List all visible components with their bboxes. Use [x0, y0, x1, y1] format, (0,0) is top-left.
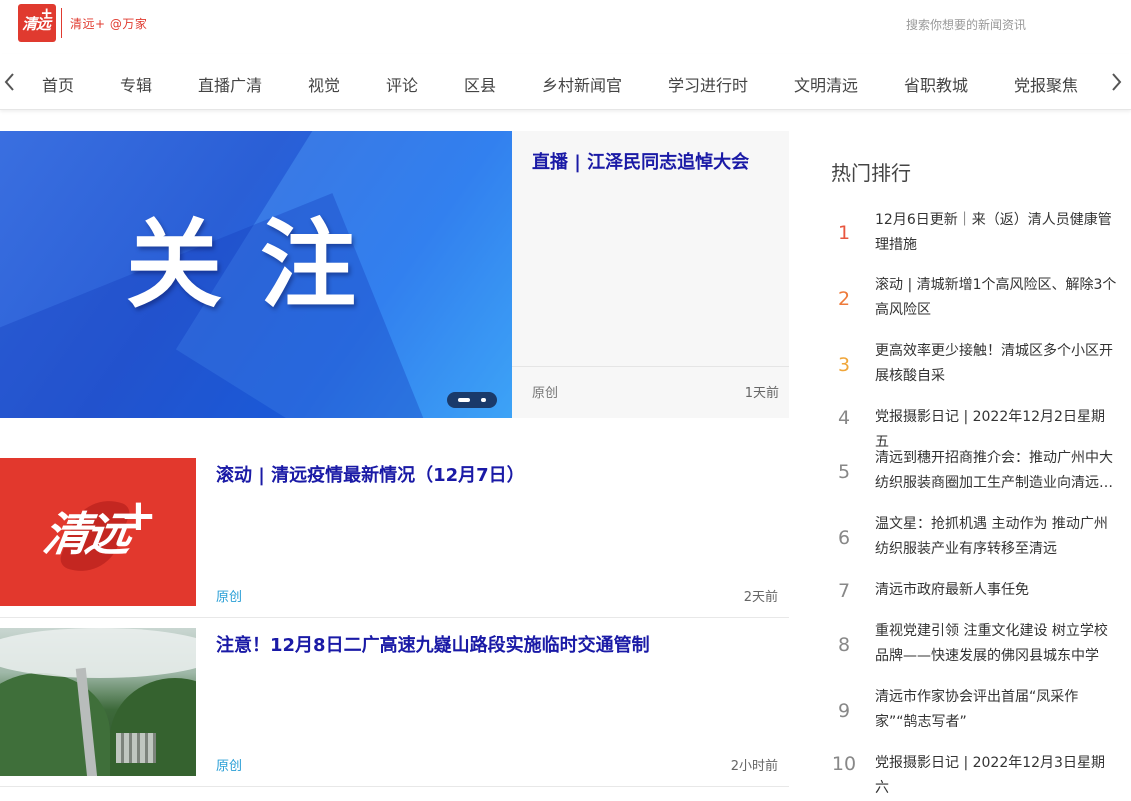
rank-number: 5: [837, 461, 851, 483]
rank-number: 7: [837, 580, 851, 602]
carousel-indicator[interactable]: [447, 392, 497, 408]
top-header: 清远 + 清远+ @万家 搜索你想要的新闻资讯: [0, 0, 1131, 52]
rank-number: 6: [837, 527, 851, 549]
nav-item-study[interactable]: 学习进行时: [668, 72, 748, 96]
rank-number: 10: [831, 753, 857, 775]
list-divider: [0, 617, 789, 618]
article-time: 2天前: [743, 590, 778, 605]
article-tag: 原创: [216, 759, 243, 774]
search-input[interactable]: 搜索你想要的新闻资讯: [906, 16, 1026, 33]
rank-number: 8: [837, 634, 851, 656]
nav-item-districts[interactable]: 区县: [464, 72, 496, 96]
thumb-mist: [0, 628, 196, 678]
nav-item-comment[interactable]: 评论: [386, 72, 418, 96]
thumb-logo-plus: +: [120, 490, 157, 541]
logo-divider: [61, 8, 62, 38]
thumb-logo-mark: 清远: [39, 507, 132, 561]
nav-item-civilization[interactable]: 文明清远: [794, 72, 858, 96]
hot-item-link[interactable]: 12月6日更新｜来（返）清人员健康管理措施: [875, 208, 1117, 258]
nav-item-visual[interactable]: 视觉: [308, 72, 340, 96]
nav-item-vocational-city[interactable]: 省职教城: [904, 72, 968, 96]
nav-item-party-focus[interactable]: 党报聚焦: [1014, 72, 1078, 96]
hot-item-link[interactable]: 更高效率更少接触！清城区多个小区开展核酸自采: [875, 339, 1117, 389]
nav-item-home[interactable]: 首页: [42, 72, 74, 96]
chevron-right-icon[interactable]: [1106, 70, 1126, 94]
nav-item-rural-news[interactable]: 乡村新闻官: [542, 72, 622, 96]
hot-item-link[interactable]: 清远市作家协会评出首届“凤采作家”“鹄志写者”: [875, 685, 1117, 735]
hot-item-link[interactable]: 重视党建引领 注重文化建设 树立学校品牌——快速发展的佛冈县城东中学: [875, 619, 1117, 669]
rank-number: 4: [837, 407, 851, 429]
featured-title[interactable]: 直播 | 江泽民同志追悼大会: [532, 148, 782, 174]
carousel-dot-active[interactable]: [458, 398, 470, 402]
article-thumbnail[interactable]: 清远 +: [0, 458, 196, 606]
article-title[interactable]: 滚动 | 清远疫情最新情况（12月7日）: [216, 461, 525, 487]
hot-item-link[interactable]: 温文星：抢抓机遇 主动作为 推动广州纺织服装产业有序转移至清远: [875, 512, 1117, 562]
featured-divider: [512, 366, 789, 367]
rank-number: 3: [837, 354, 851, 376]
nav-item-live[interactable]: 直播广清: [198, 72, 262, 96]
article-tag: 原创: [216, 590, 243, 605]
article-title[interactable]: 注意！12月8日二广高速九嶷山路段实施临时交通管制: [216, 631, 650, 657]
rank-number: 2: [837, 288, 851, 310]
rank-number: 9: [837, 700, 851, 722]
logo-text: 清远+ @万家: [70, 17, 148, 31]
channel-nav: 首页 专辑 直播广清 视觉 评论 区县 乡村新闻官 学习进行时 文明清远 省职教…: [0, 54, 1131, 110]
featured-tag: 原创: [532, 386, 559, 401]
site-logo[interactable]: 清远 +: [18, 4, 56, 42]
list-divider: [0, 786, 789, 787]
featured-panel: [512, 131, 789, 418]
featured-image-text: 关注: [126, 209, 394, 321]
featured-image[interactable]: 关注: [0, 131, 512, 418]
article-time: 2小时前: [730, 759, 778, 774]
featured-time: 1天前: [744, 386, 779, 401]
nav-item-albums[interactable]: 专辑: [120, 72, 152, 96]
hot-ranking-title: 热门排行: [831, 161, 911, 185]
rank-number: 1: [837, 222, 851, 244]
hot-item-link[interactable]: 清远到穗开招商推介会：推动广州中大纺织服装商圈加工生产制造业向清远转移: [875, 446, 1117, 496]
hot-item-link[interactable]: 清远市政府最新人事任免: [875, 578, 1117, 603]
logo-plus: +: [40, 4, 53, 22]
hot-item-link[interactable]: 滚动 | 清城新增1个高风险区、解除3个高风险区: [875, 273, 1117, 323]
hot-item-link[interactable]: 党报摄影日记 | 2022年12月3日星期六: [875, 751, 1117, 801]
article-thumbnail[interactable]: [0, 628, 196, 776]
carousel-dot[interactable]: [481, 398, 486, 402]
chevron-left-icon[interactable]: [0, 70, 20, 94]
thumb-village: [116, 733, 156, 763]
